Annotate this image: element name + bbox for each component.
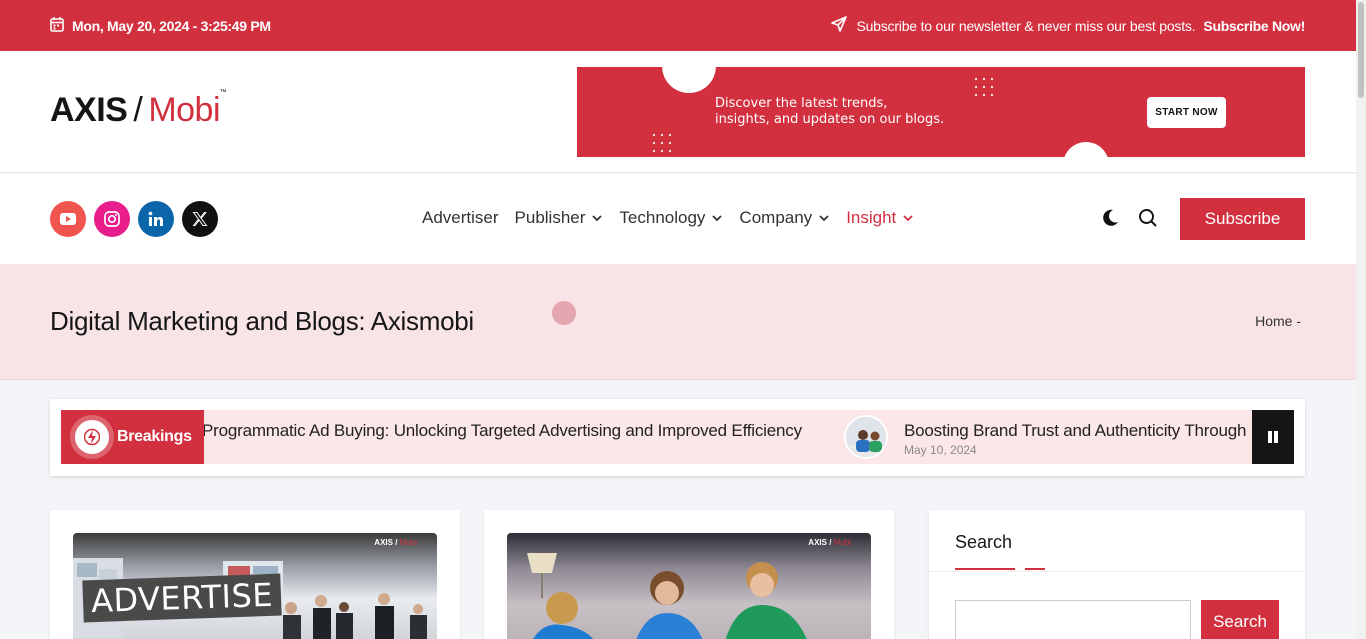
page-title: Digital Marketing and Blogs: Axismobi: [50, 306, 474, 336]
breaking-news-strip: Breakings Programmatic Ad Buying: Unlock…: [61, 410, 1294, 464]
banner-circle-decor: [1063, 142, 1109, 157]
chevron-down-icon: [712, 215, 723, 222]
banner-line-1: Discover the latest trends,: [715, 96, 888, 111]
thumbnail-watermark: AXIS / Mobi: [808, 538, 851, 547]
ticker-headline[interactable]: Boosting Brand Trust and Authenticity Th…: [904, 421, 1246, 441]
breaking-news-bar: Breakings Programmatic Ad Buying: Unlock…: [50, 399, 1305, 476]
current-datetime: Mon, May 20, 2024 - 3:25:49 PM: [72, 17, 271, 34]
watermark-b: Mobi: [399, 538, 417, 547]
banner-circle-decor: [662, 67, 716, 93]
advertise-sign: ADVERTISE: [82, 573, 282, 623]
search-icon[interactable]: [1138, 208, 1158, 233]
post-card[interactable]: AXIS / Mobi: [484, 510, 894, 639]
dark-mode-moon-icon[interactable]: [1100, 208, 1120, 233]
instagram-icon[interactable]: [94, 201, 130, 237]
subscribe-button[interactable]: Subscribe: [1180, 198, 1305, 240]
logo-mobi: Mobi: [148, 91, 221, 129]
watermark-a: AXIS /: [808, 538, 832, 547]
search-button[interactable]: Search: [1201, 600, 1279, 639]
post-thumbnail[interactable]: ADVERTISE AXIS / Mobi: [73, 533, 437, 639]
chevron-down-icon: [819, 215, 829, 222]
site-logo[interactable]: AXIS / Mobi ™: [50, 89, 226, 130]
logo-axis: AXIS: [50, 91, 128, 129]
nav-item-company[interactable]: Company: [739, 208, 830, 228]
post-card[interactable]: ADVERTISE AXIS / Mobi: [50, 510, 460, 639]
main-navbar: Advertiser Publisher Technology Company …: [0, 174, 1356, 264]
banner-text: Discover the latest trends, insights, an…: [715, 96, 944, 128]
logo-trademark: ™: [219, 89, 227, 96]
site-header: AXIS / Mobi ™ Discover the latest trends, …: [0, 51, 1356, 173]
nav-item-insight[interactable]: Insight: [846, 208, 914, 228]
nav-item-publisher[interactable]: Publisher: [515, 208, 604, 228]
nav-label: Technology: [619, 208, 706, 227]
calendar-icon: [50, 16, 64, 35]
title-underline: [1025, 568, 1045, 570]
banner-line-2: insights, and updates on our blogs.: [715, 112, 945, 127]
chevron-down-icon: [592, 215, 603, 222]
page-scrollbar[interactable]: [1356, 0, 1366, 639]
chevron-down-icon: [903, 215, 913, 222]
ticker-date: May 10, 2024: [904, 443, 977, 457]
header-tools: [1100, 208, 1158, 233]
logo-slash: /: [133, 91, 143, 129]
newsletter-text: Subscribe to our newsletter & never miss…: [856, 17, 1196, 34]
post-thumbnail[interactable]: AXIS / Mobi: [507, 533, 871, 639]
pause-button[interactable]: [1252, 410, 1294, 464]
send-icon: [830, 15, 848, 36]
date-display: Mon, May 20, 2024 - 3:25:49 PM: [50, 16, 271, 35]
search-widget: Search Search: [929, 510, 1305, 639]
ticker-thumbnail[interactable]: [844, 415, 888, 459]
subscribe-now-link[interactable]: Subscribe Now!: [1203, 18, 1305, 34]
newsletter-promo: Subscribe to our newsletter & never miss…: [830, 15, 1305, 36]
youtube-icon[interactable]: [50, 201, 86, 237]
search-input[interactable]: [955, 600, 1191, 639]
watermark-b: Mobi: [833, 538, 851, 547]
breadcrumb[interactable]: Home -: [1255, 313, 1301, 329]
nav-label: Insight: [846, 208, 897, 227]
social-links: [50, 201, 218, 237]
thumbnail-watermark: AXIS / Mobi: [374, 538, 417, 547]
nav-label: Company: [739, 208, 813, 227]
pause-icon: [1268, 431, 1278, 443]
banner-dots-decor: [650, 131, 676, 153]
page-title-band: Digital Marketing and Blogs: Axismobi Ho…: [0, 264, 1356, 380]
widget-divider: [929, 571, 1305, 572]
primary-menu: Advertiser Publisher Technology Company …: [422, 208, 914, 228]
nav-label: Publisher: [514, 208, 586, 227]
widget-title: Search: [955, 532, 1013, 552]
linkedin-icon[interactable]: [138, 201, 174, 237]
title-underline: [955, 568, 1015, 570]
start-now-button[interactable]: START NOW: [1147, 97, 1226, 128]
ticker-headline[interactable]: Programmatic Ad Buying: Unlocking Target…: [202, 421, 802, 441]
nav-item-advertiser[interactable]: Advertiser: [422, 208, 499, 228]
decorative-dot: [552, 301, 576, 325]
top-bar: Mon, May 20, 2024 - 3:25:49 PM Subscribe…: [0, 0, 1356, 51]
breaking-label-text: Breakings: [117, 428, 192, 445]
nav-label: Advertiser: [422, 208, 499, 227]
lightning-icon: [75, 420, 109, 454]
nav-item-technology[interactable]: Technology: [619, 208, 723, 228]
breaking-label: Breakings: [61, 410, 204, 464]
scrollbar-thumb[interactable]: [1358, 2, 1364, 98]
watermark-a: AXIS /: [374, 538, 398, 547]
x-icon[interactable]: [182, 201, 218, 237]
promo-banner[interactable]: Discover the latest trends, insights, an…: [577, 67, 1305, 157]
banner-dots-decor: [972, 75, 998, 97]
